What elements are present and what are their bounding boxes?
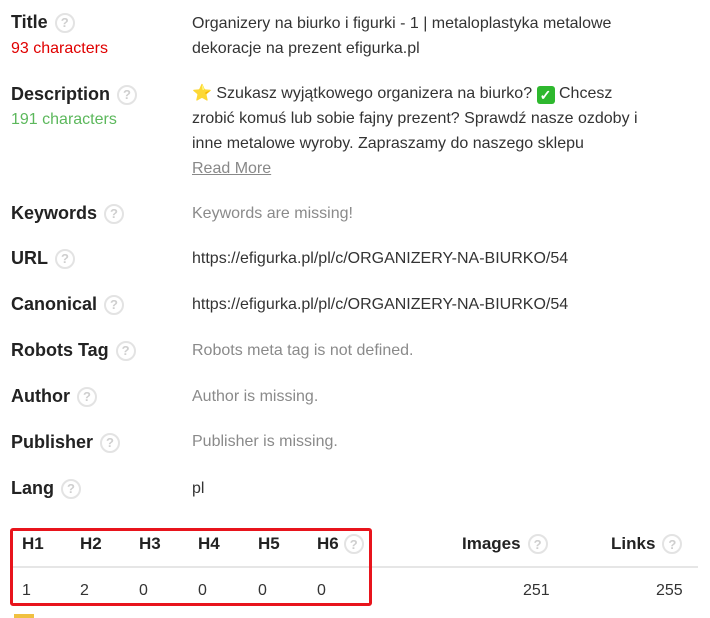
canonical-value: https://efigurka.pl/pl/c/ORGANIZERY-NA-B… xyxy=(192,296,569,313)
read-more-link[interactable]: Read More xyxy=(192,160,271,177)
h5-count: 0 xyxy=(258,582,267,599)
h2-header: H2 xyxy=(80,534,102,553)
title-value: Organizery na biurko i figurki - 1 | met… xyxy=(192,15,612,57)
help-icon[interactable]: ? xyxy=(527,534,548,554)
author-value: Author is missing. xyxy=(192,388,319,405)
help-icon[interactable]: ? xyxy=(115,340,136,361)
h4-count: 0 xyxy=(198,582,207,599)
robots-tag-value: Robots meta tag is not defined. xyxy=(192,342,414,359)
links-header: Links ? xyxy=(611,534,683,554)
help-icon[interactable]: ? xyxy=(104,203,125,224)
publisher-label: Publisher ? xyxy=(11,432,121,453)
help-icon[interactable]: ? xyxy=(54,12,75,33)
lang-label: Lang ? xyxy=(11,478,81,499)
url-label: URL ? xyxy=(11,248,75,269)
keywords-value: Keywords are missing! xyxy=(192,205,353,222)
next-section-stub xyxy=(14,614,34,618)
help-icon[interactable]: ? xyxy=(117,84,138,105)
images-count: 251 xyxy=(523,582,550,599)
h6-header: H6 ? xyxy=(317,534,364,554)
h1-header: H1 xyxy=(22,534,44,553)
h2-count: 2 xyxy=(80,582,89,599)
check-mark-icon: ✓ xyxy=(536,86,555,104)
star-icon: ⭐ xyxy=(192,85,212,102)
robots-tag-label: Robots Tag ? xyxy=(11,340,136,361)
help-icon[interactable]: ? xyxy=(55,248,75,269)
keywords-label: Keywords ? xyxy=(11,203,125,224)
lang-value: pl xyxy=(192,480,205,497)
author-label: Author ? xyxy=(11,386,97,407)
help-icon[interactable]: ? xyxy=(662,534,683,554)
description-char-count: 191 characters xyxy=(11,111,117,128)
help-icon[interactable]: ? xyxy=(104,294,125,315)
images-header: Images ? xyxy=(462,534,548,554)
title-label: Title ? xyxy=(11,12,75,33)
url-value: https://efigurka.pl/pl/c/ORGANIZERY-NA-B… xyxy=(192,250,569,267)
h5-header: H5 xyxy=(258,534,280,553)
description-value: ⭐ Szukasz wyjątkowego organizera na biur… xyxy=(192,85,638,177)
description-label: Description ? xyxy=(11,84,138,105)
h4-header: H4 xyxy=(198,534,220,553)
publisher-value: Publisher is missing. xyxy=(192,433,338,450)
help-icon[interactable]: ? xyxy=(343,534,364,554)
h1-count: 1 xyxy=(22,582,31,599)
h6-count: 0 xyxy=(317,582,326,599)
h3-header: H3 xyxy=(139,534,161,553)
links-count: 255 xyxy=(656,582,683,599)
help-icon[interactable]: ? xyxy=(76,386,97,407)
help-icon[interactable]: ? xyxy=(100,432,121,453)
canonical-label: Canonical ? xyxy=(11,294,125,315)
h3-count: 0 xyxy=(139,582,148,599)
title-char-count: 93 characters xyxy=(11,40,108,57)
help-icon[interactable]: ? xyxy=(61,478,81,499)
